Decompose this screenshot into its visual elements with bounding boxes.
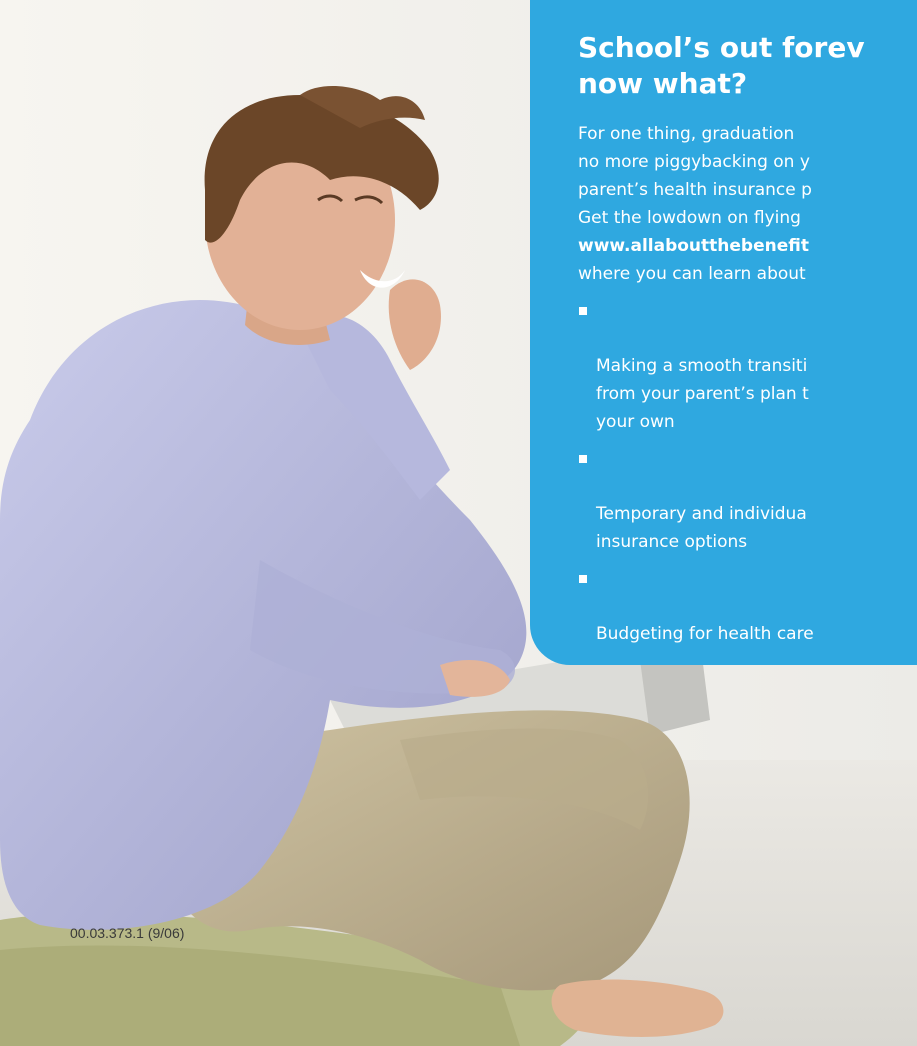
square-bullet-icon (579, 455, 587, 463)
list-item-text: Budgeting for health care (596, 624, 814, 644)
square-bullet-icon (579, 575, 587, 583)
intro-line: For one thing, graduation (578, 124, 795, 144)
intro-paragraph: For one thing, graduation no more piggyb… (578, 120, 917, 288)
intro-line: no more piggybacking on y (578, 152, 810, 172)
topic-list: Making a smooth transiti from your paren… (578, 296, 917, 648)
list-item-text: Temporary and individua insurance option… (596, 504, 807, 552)
intro-line: where you can learn about (578, 264, 806, 284)
list-item: Temporary and individua insurance option… (578, 444, 917, 556)
website-link[interactable]: www.allaboutthebenefit (578, 232, 917, 260)
headline: School’s out forev now what? (578, 31, 865, 100)
intro-line: parent’s health insurance p (578, 180, 812, 200)
list-item: Making a smooth transiti from your paren… (578, 296, 917, 436)
info-panel-content: School’s out forev now what? For one thi… (578, 30, 917, 656)
intro-line: Get the lowdown on flying (578, 208, 801, 228)
square-bullet-icon (579, 307, 587, 315)
info-panel: School’s out forev now what? For one thi… (530, 0, 917, 665)
list-item: Budgeting for health care (578, 564, 917, 648)
form-code: 00.03.373.1 (9/06) (70, 925, 185, 941)
list-item-text: Making a smooth transiti from your paren… (596, 356, 809, 432)
